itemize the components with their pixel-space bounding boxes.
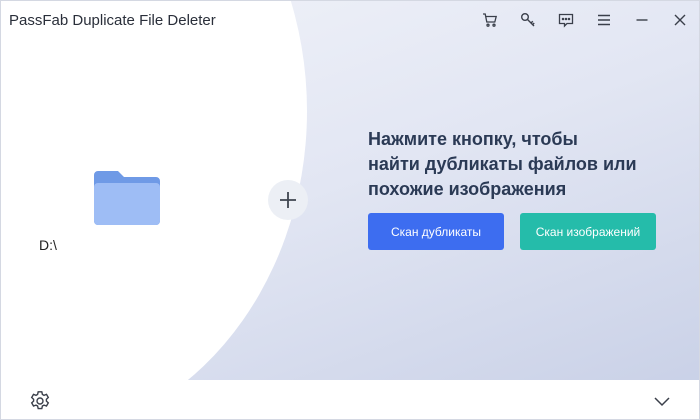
chevron-down-icon[interactable] (653, 392, 671, 410)
minimize-icon (636, 19, 648, 21)
close-icon (674, 14, 686, 26)
license-key-button[interactable] (509, 5, 547, 35)
folder-icon[interactable] (94, 171, 160, 225)
key-icon (521, 13, 535, 27)
footer (1, 380, 699, 419)
menu-button[interactable] (585, 5, 623, 35)
plus-icon (280, 192, 296, 208)
title-actions (471, 5, 699, 35)
feedback-button[interactable] (547, 5, 585, 35)
add-folder-button[interactable] (268, 180, 308, 220)
gear-icon[interactable] (29, 390, 51, 412)
cart-button[interactable] (471, 5, 509, 35)
menu-icon (598, 14, 610, 26)
folder-path: D:\ (39, 237, 57, 253)
instruction-text: Нажмите кнопку, чтобы найти дубликаты фа… (368, 127, 688, 202)
close-button[interactable] (661, 5, 699, 35)
scan-images-button[interactable]: Скан изображений (520, 213, 656, 250)
scan-duplicates-button[interactable]: Скан дубликаты (368, 213, 504, 250)
instruction-line: Нажмите кнопку, чтобы (368, 129, 578, 149)
app-window: PassFab Duplicate File Deleter D:\ Нажми… (0, 0, 700, 420)
minimize-button[interactable] (623, 5, 661, 35)
feedback-icon (558, 13, 574, 28)
instruction-line: похожие изображения (368, 179, 567, 199)
app-title: PassFab Duplicate File Deleter (9, 12, 216, 29)
instruction-line: найти дубликаты файлов или (368, 154, 637, 174)
cart-icon (483, 13, 498, 27)
title-bar: PassFab Duplicate File Deleter (1, 1, 699, 41)
